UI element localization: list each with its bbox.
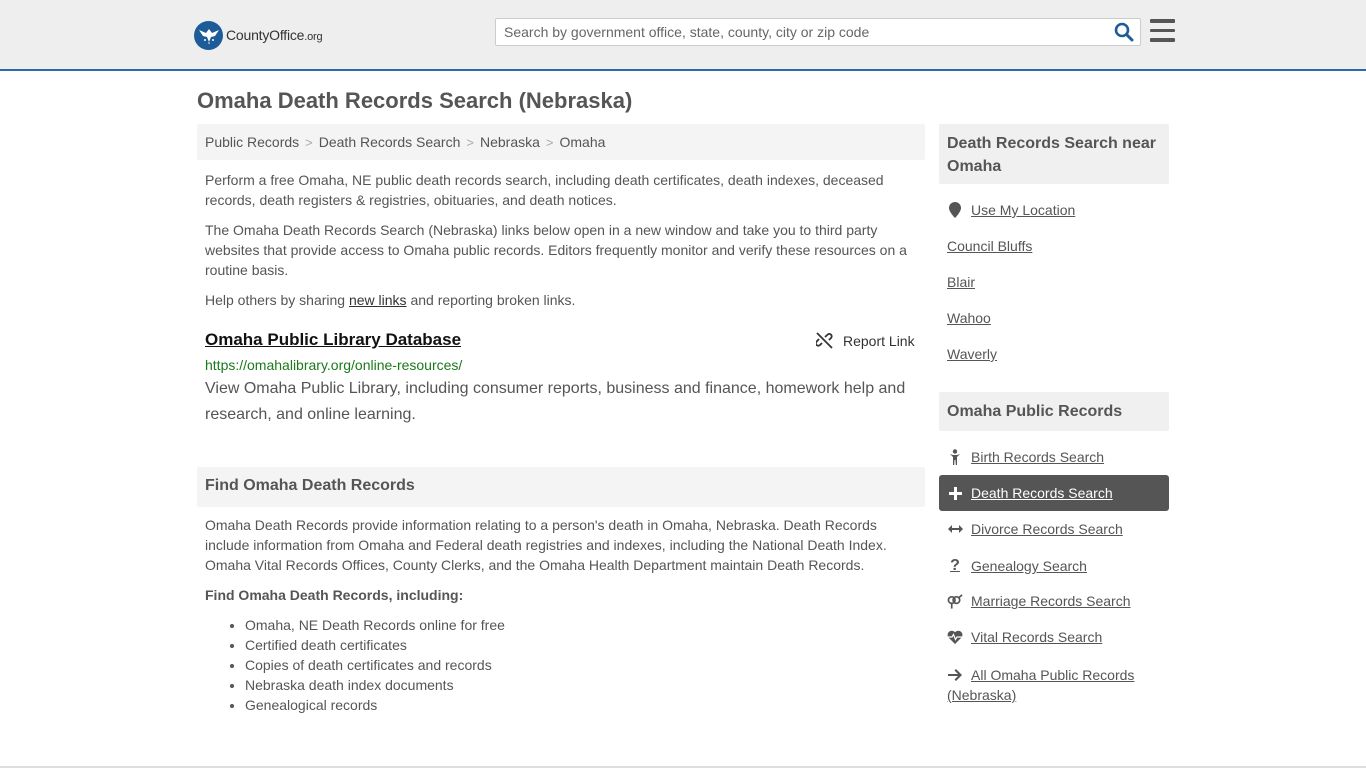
sidebar-item-birth-records[interactable]: Birth Records Search [947,449,1104,465]
child-icon [947,449,963,465]
nearby-link-wahoo[interactable]: Wahoo [947,310,991,326]
share-paragraph: Help others by sharing new links and rep… [205,292,576,308]
plus-icon [947,486,963,500]
list-item: Certified death certificates [245,635,505,655]
chevron-right-icon: > [305,135,313,150]
sidebar-item-vital-records[interactable]: Vital Records Search [947,629,1102,645]
site-logo[interactable]: CountyOffice.org [194,20,323,50]
question-icon: ? [950,557,960,574]
sidebar-item-divorce-records[interactable]: Divorce Records Search [947,521,1123,537]
sidebar-item-death-records-active[interactable]: Death Records Search [939,475,1169,511]
nearby-heading: Death Records Search near Omaha [939,124,1169,184]
report-link-button[interactable]: Report Link [816,332,915,349]
use-my-location-link[interactable]: Use My Location [947,202,1075,218]
nearby-link-waverly[interactable]: Waverly [947,346,997,362]
heartbeat-icon [947,630,963,644]
report-link-label: Report Link [843,332,915,349]
sidebar-item-all-public-records[interactable]: All Omaha Public Records (Nebraska) [947,665,1169,705]
breadcrumb: Public Records > Death Records Search > Nebr… [197,124,925,160]
result-url: https://omahalibrary.org/online-resource… [205,357,463,373]
breadcrumb-omaha[interactable]: Omaha [560,134,606,150]
list-item: Nebraska death index documents [245,675,505,695]
venus-mars-icon [947,593,963,609]
broken-link-icon [816,332,833,349]
page-title: Omaha Death Records Search (Nebraska) [197,88,633,113]
logo-text: CountyOffice.org [226,27,323,43]
nearby-link-council-bluffs[interactable]: Council Bluffs [947,238,1032,254]
list-item: Genealogical records [245,695,505,715]
hamburger-menu-icon[interactable] [1150,19,1175,42]
intro-paragraph: Perform a free Omaha, NE public death re… [205,172,884,208]
result-description: View Omaha Public Library, including con… [205,380,906,423]
new-links-link[interactable]: new links [349,292,407,308]
search-box [495,18,1141,46]
chevron-right-icon: > [466,135,474,150]
sidebar-item-genealogy[interactable]: ? Genealogy Search [947,557,1087,575]
eagle-seal-icon [194,20,223,50]
breadcrumb-public-records[interactable]: Public Records [205,134,299,150]
find-records-list: Omaha, NE Death Records online for free … [245,615,505,715]
result-title-link[interactable]: Omaha Public Library Database [205,330,461,350]
public-records-heading: Omaha Public Records [939,392,1169,431]
find-section-heading: Find Omaha Death Records [197,467,925,507]
arrow-right-icon [947,669,963,681]
list-item: Omaha, NE Death Records online for free [245,615,505,635]
site-header: CountyOffice.org [0,0,1366,71]
chevron-right-icon: > [545,135,554,150]
arrows-h-icon [947,524,963,534]
disclaimer-paragraph: The Omaha Death Records Search (Nebraska… [205,222,907,278]
sidebar-item-marriage-records[interactable]: Marriage Records Search [947,593,1131,609]
breadcrumb-death-records-search[interactable]: Death Records Search [319,134,461,150]
find-section-body: Omaha Death Records provide information … [205,517,887,573]
find-section-subheading: Find Omaha Death Records, including: [205,587,464,603]
nearby-link-blair[interactable]: Blair [947,274,975,290]
breadcrumb-nebraska[interactable]: Nebraska [480,134,540,150]
search-input[interactable] [496,19,1106,45]
list-item: Copies of death certificates and records [245,655,505,675]
map-marker-icon [947,202,963,218]
search-icon[interactable] [1114,22,1134,42]
